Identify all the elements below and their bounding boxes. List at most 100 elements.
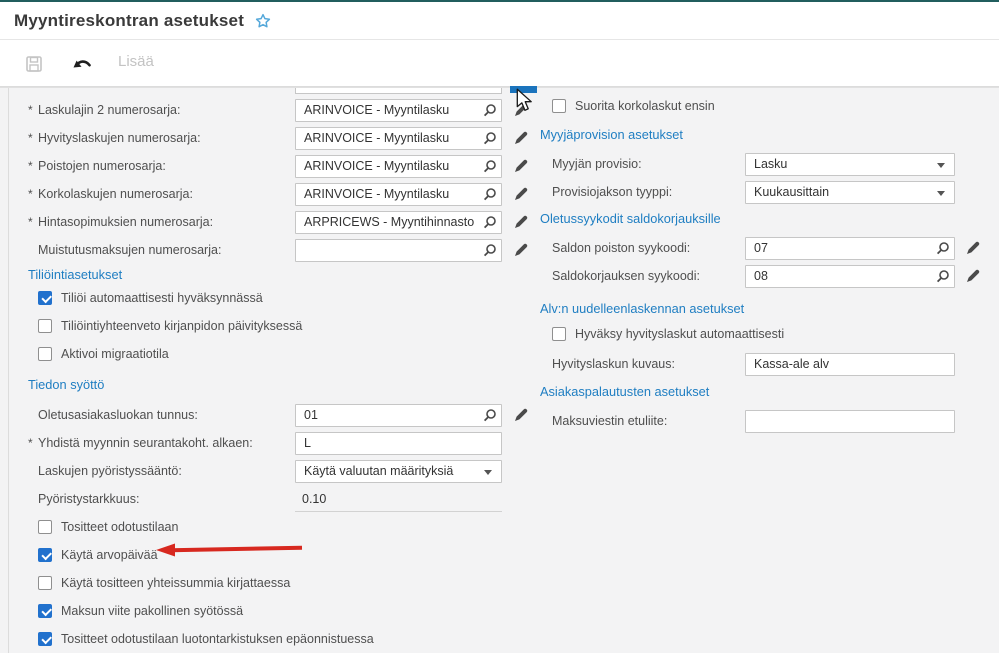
- checkbox-label: Käytä arvopäivää: [61, 548, 158, 562]
- lookup-input[interactable]: [295, 127, 502, 150]
- search-icon[interactable]: [936, 269, 950, 283]
- checkbox-label: Tositteet odotustilaan luotontarkistukse…: [61, 632, 374, 646]
- checkbox[interactable]: [38, 520, 52, 534]
- lookup-input[interactable]: [295, 183, 502, 206]
- field-label: Korkolaskujen numerosarja:: [38, 187, 295, 201]
- checkbox[interactable]: [38, 319, 52, 333]
- edit-pencil-icon[interactable]: [513, 159, 528, 174]
- caret-down-icon: [937, 163, 945, 168]
- checkbox[interactable]: [552, 99, 566, 113]
- field-label: Myyjän provisio:: [552, 157, 745, 171]
- lookup-input[interactable]: [745, 237, 955, 260]
- field-label: Oletusasiakasluokan tunnus:: [38, 408, 295, 422]
- edit-pencil-icon[interactable]: [513, 187, 528, 202]
- lookup-input[interactable]: [295, 99, 502, 122]
- caret-down-icon: [937, 191, 945, 196]
- checkbox[interactable]: [38, 576, 52, 590]
- edit-pencil-icon[interactable]: [965, 241, 980, 256]
- checkbox[interactable]: [38, 604, 52, 618]
- undo-icon[interactable]: [73, 58, 92, 71]
- checkbox-label: Maksun viite pakollinen syötössä: [61, 604, 243, 618]
- checkbox-row: Aktivoi migraatiotila: [9, 340, 539, 368]
- lookup-input[interactable]: [295, 239, 502, 262]
- save-icon[interactable]: [26, 56, 42, 72]
- field-row-laskulajin2: * Laskulajin 2 numerosarja:: [9, 96, 539, 124]
- field-row-provisiojakso: Provisiojakson tyyppi: Kuukausittain: [540, 178, 999, 206]
- toolbar: Lisää: [0, 40, 999, 87]
- checkbox-label: Tiliöintiyhteenveto kirjanpidon päivityk…: [61, 319, 302, 333]
- mouse-cursor: [516, 88, 533, 112]
- checkbox-label: Aktivoi migraatiotila: [61, 347, 169, 361]
- search-icon[interactable]: [483, 103, 497, 117]
- edit-pencil-icon[interactable]: [513, 215, 528, 230]
- edit-pencil-icon[interactable]: [513, 243, 528, 258]
- checkbox[interactable]: [38, 548, 52, 562]
- field-row-saldon-poisto: Saldon poiston syykoodi:: [540, 234, 999, 262]
- checkbox[interactable]: [38, 347, 52, 361]
- caret-down-icon: [484, 470, 492, 475]
- field-label: Yhdistä myynnin seurantakoht. alkaen:: [38, 436, 295, 450]
- required-marker: *: [28, 103, 38, 117]
- checkbox-row-hyvaksy-hyvityslaskut: Hyväksy hyvityslaskut automaattisesti: [540, 320, 999, 348]
- field-row-hyvityslaskujen: * Hyvityslaskujen numerosarja:: [9, 124, 539, 152]
- field-label: Laskulajin 2 numerosarja:: [38, 103, 295, 117]
- text-input[interactable]: [295, 432, 502, 455]
- section-header-vat[interactable]: Alv:n uudelleenlaskennan asetukset: [540, 298, 999, 318]
- text-input[interactable]: [745, 410, 955, 433]
- search-icon[interactable]: [483, 215, 497, 229]
- search-icon[interactable]: [936, 241, 950, 255]
- field-row-maksuviestin-etuliite: Maksuviestin etuliite:: [540, 407, 999, 435]
- text-input[interactable]: [745, 353, 955, 376]
- checkbox-label: Käytä tositteen yhteissummia kirjattaess…: [61, 576, 290, 590]
- add-button[interactable]: Lisää: [118, 53, 154, 70]
- checkbox-label: Tiliöi automaattisesti hyväksynnässä: [61, 291, 263, 305]
- edit-pencil-icon[interactable]: [965, 269, 980, 284]
- checkbox-row-suorita-korkolaskut: Suorita korkolaskut ensin: [540, 92, 999, 120]
- field-row-hyvityslaskun-kuvaus: Hyvityslaskun kuvaus:: [540, 350, 999, 378]
- lookup-input[interactable]: [295, 155, 502, 178]
- field-label: Hyvityslaskun kuvaus:: [552, 357, 745, 371]
- section-header-data-entry[interactable]: Tiedon syöttö: [9, 374, 539, 394]
- lookup-input[interactable]: [745, 265, 955, 288]
- commission-dropdown[interactable]: Lasku: [745, 153, 955, 176]
- section-header-commission[interactable]: Myyjäprovision asetukset: [540, 124, 999, 144]
- checkbox[interactable]: [552, 327, 566, 341]
- required-marker: *: [28, 159, 38, 173]
- lookup-input[interactable]: [295, 211, 502, 234]
- edit-pencil-icon[interactable]: [513, 408, 528, 423]
- checkbox[interactable]: [38, 291, 52, 305]
- required-marker: *: [28, 131, 38, 145]
- section-header-reason-codes[interactable]: Oletussyykodit saldokorjauksille: [540, 208, 999, 228]
- partial-scrolled-input[interactable]: [295, 88, 502, 94]
- checkbox-label: Tositteet odotustilaan: [61, 520, 178, 534]
- settings-panel: * Laskulajin 2 numerosarja: * Hyvityslas…: [0, 87, 999, 653]
- commission-period-dropdown[interactable]: Kuukausittain: [745, 181, 955, 204]
- dropdown-value: Kuukausittain: [754, 185, 829, 199]
- field-row-muistutusmaksujen: Muistutusmaksujen numerosarja:: [9, 236, 539, 264]
- field-label: Maksuviestin etuliite:: [552, 414, 745, 428]
- search-icon[interactable]: [483, 159, 497, 173]
- search-icon[interactable]: [483, 187, 497, 201]
- checkbox-row: Tiliöintiyhteenveto kirjanpidon päivityk…: [9, 312, 539, 340]
- search-icon[interactable]: [483, 243, 497, 257]
- checkbox-row: Tiliöi automaattisesti hyväksynnässä: [9, 284, 539, 312]
- dropdown-value: Käytä valuutan määrityksiä: [304, 464, 453, 478]
- lookup-input[interactable]: [295, 404, 502, 427]
- field-row-hintasopimuksien: * Hintasopimuksien numerosarja:: [9, 208, 539, 236]
- rounding-rule-dropdown[interactable]: Käytä valuutan määrityksiä: [295, 460, 502, 483]
- search-icon[interactable]: [483, 131, 497, 145]
- section-header-accounting[interactable]: Tiliöintiasetukset: [9, 264, 539, 284]
- section-header-refunds[interactable]: Asiakaspalautusten asetukset: [540, 381, 999, 401]
- field-label: Provisiojakson tyyppi:: [552, 185, 745, 199]
- field-row-poistojen: * Poistojen numerosarja:: [9, 152, 539, 180]
- right-column: Suorita korkolaskut ensin Myyjäprovision…: [540, 92, 999, 435]
- title-bar: Myyntireskontran asetukset: [0, 2, 999, 40]
- checkbox-label: Suorita korkolaskut ensin: [575, 99, 715, 113]
- field-row-oletusasiakasluokka: Oletusasiakasluokan tunnus:: [9, 401, 539, 429]
- required-marker: *: [28, 215, 38, 229]
- edit-pencil-icon[interactable]: [513, 131, 528, 146]
- favorite-star-icon[interactable]: [254, 12, 272, 30]
- checkbox[interactable]: [38, 632, 52, 646]
- checkbox-row: Käytä tositteen yhteissummia kirjattaess…: [9, 569, 539, 597]
- search-icon[interactable]: [483, 408, 497, 422]
